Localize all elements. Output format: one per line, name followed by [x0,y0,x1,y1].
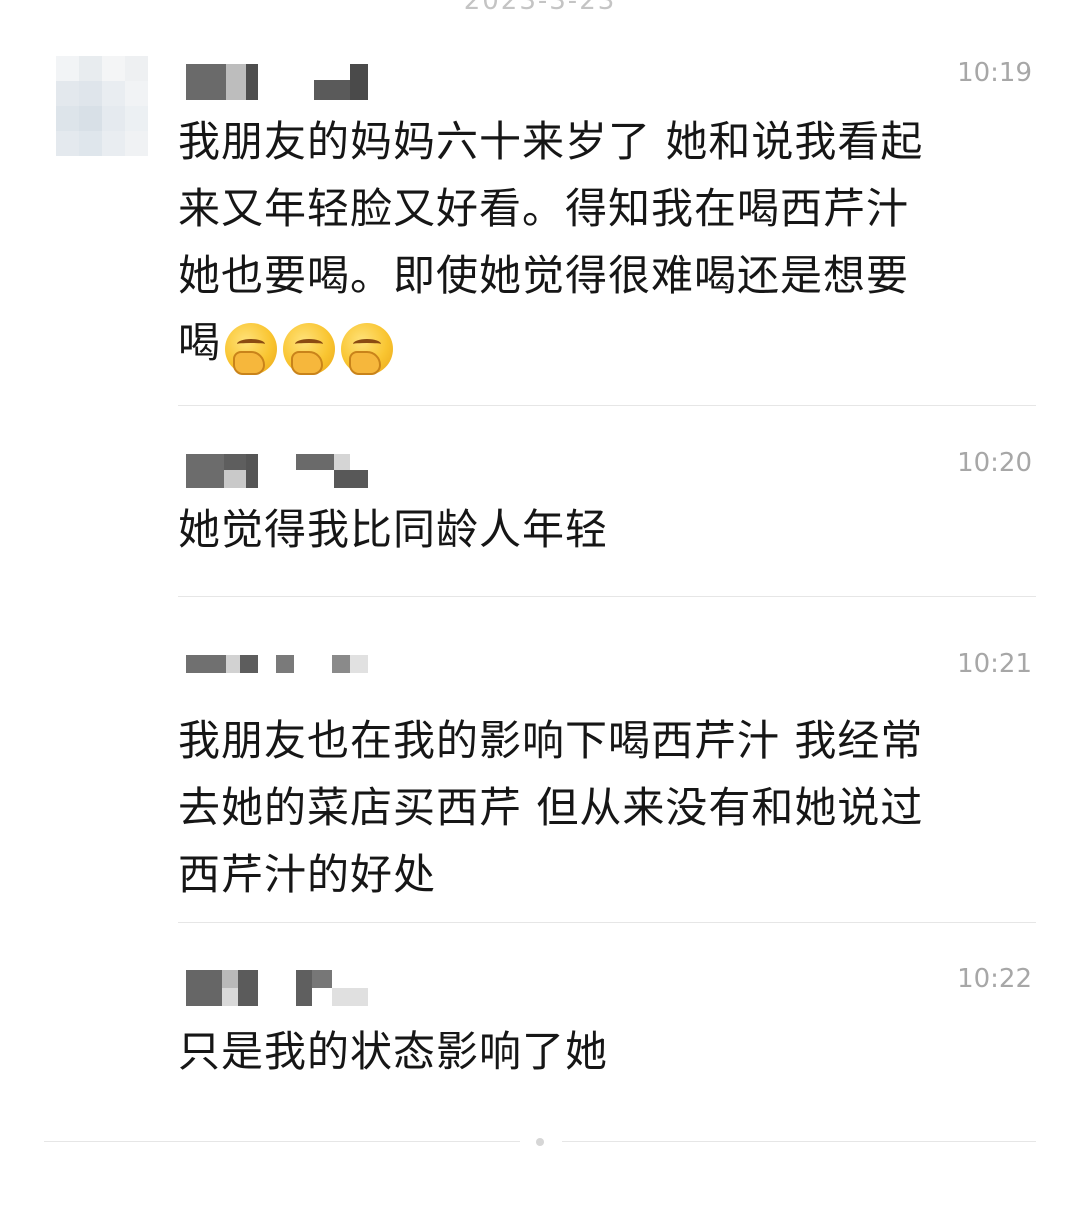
comment-item[interactable]: 10:22 只是我的状态影响了她 [178,964,1036,1085]
divider [178,596,1036,597]
avatar[interactable] [56,56,148,156]
divider [178,922,1036,923]
comment-text: 我朋友的妈妈六十来岁了 她和说我看起 来又年轻脸又好看。得知我在喝西芹汁 她也要… [178,108,1036,379]
divider [178,405,1036,406]
comment-item[interactable]: 10:19 我朋友的妈妈六十来岁了 她和说我看起 来又年轻脸又好看。得知我在喝西… [178,58,1036,379]
comment-item[interactable]: 10:21 我朋友也在我的影响下喝西芹汁 我经常 去她的菜店买西芹 但从来没有和… [178,649,1036,908]
timestamp: 10:22 [957,964,1032,994]
sender-name-pixelated[interactable]: 10:19 [178,58,1036,104]
sender-name-pixelated[interactable]: 10:21 [178,649,1036,695]
comment-item[interactable]: 10:20 她觉得我比同龄人年轻 [178,448,1036,563]
comment-text: 我朋友也在我的影响下喝西芹汁 我经常 去她的菜店买西芹 但从来没有和她说过 西芹… [178,716,924,899]
date-stamp: 2023-3-23 [463,0,617,16]
thinking-face-icon [341,322,394,375]
end-marker-dot [536,1138,544,1146]
timestamp: 10:19 [957,58,1032,88]
comment-text: 只是我的状态影响了她 [178,1027,609,1076]
comment-text: 她觉得我比同龄人年轻 [178,505,609,554]
emoji-group [225,312,399,379]
end-divider-left [44,1141,520,1142]
sender-name-pixelated[interactable]: 10:22 [178,964,1036,1010]
timestamp: 10:20 [957,448,1032,478]
thinking-face-icon [283,322,336,375]
timestamp: 10:21 [957,649,1032,679]
end-divider-right [562,1141,1036,1142]
sender-name-pixelated[interactable]: 10:20 [178,448,1036,494]
thinking-face-icon [225,322,278,375]
